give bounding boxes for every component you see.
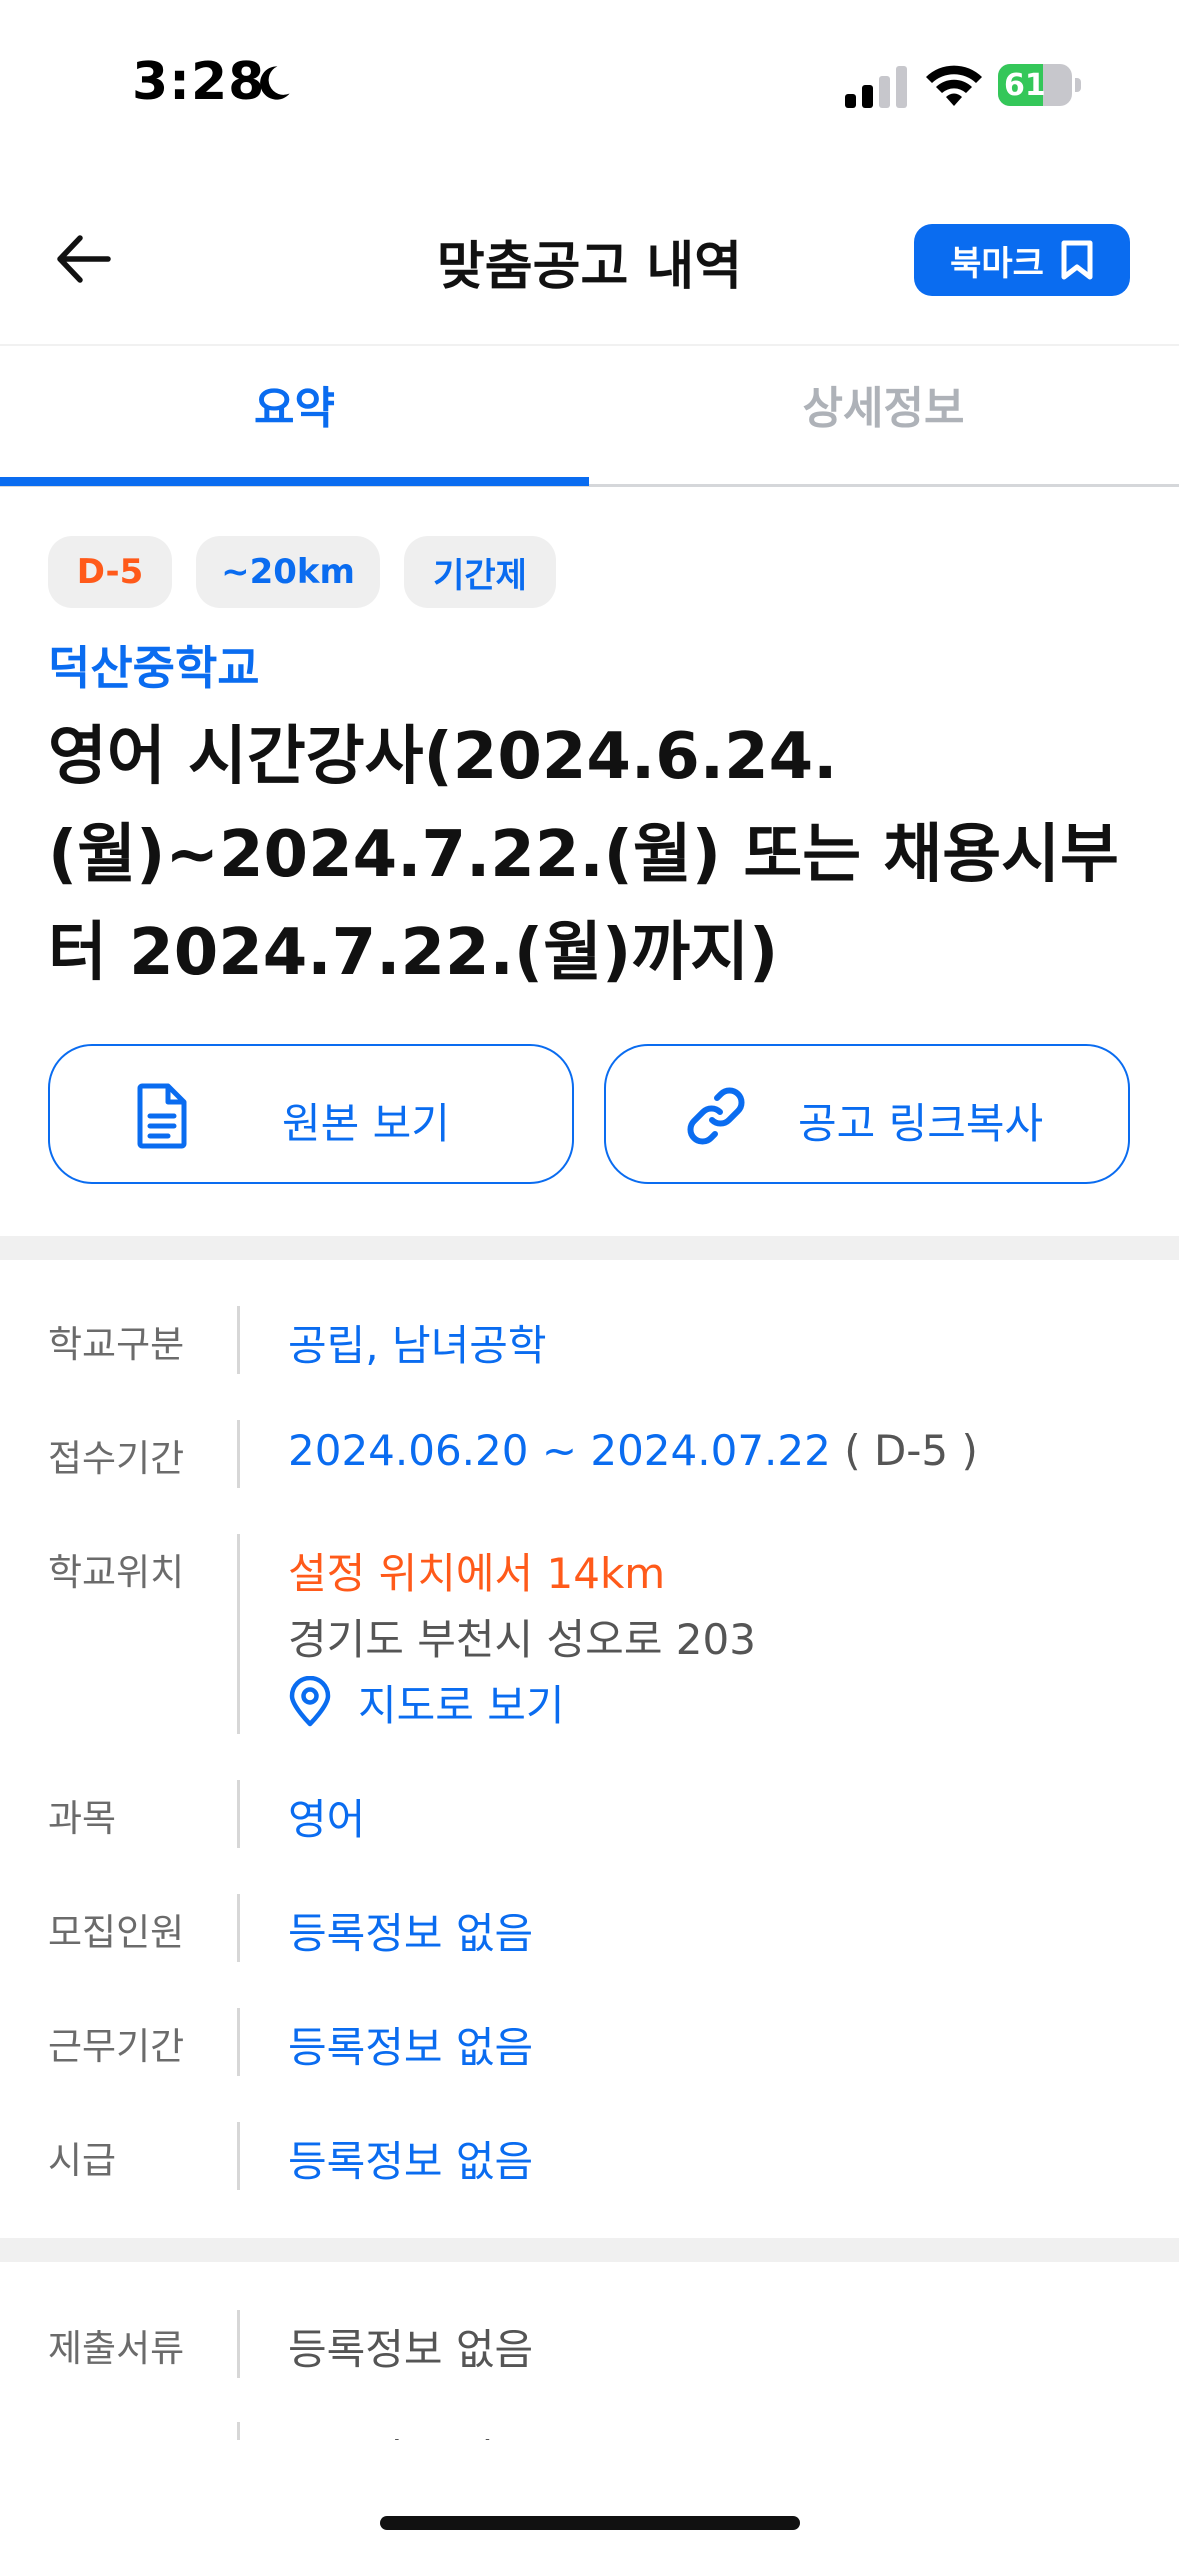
battery-percent: 61 bbox=[1004, 68, 1046, 103]
row-divider bbox=[237, 1534, 240, 1734]
period-dday: ( D-5 ) bbox=[844, 1426, 978, 1475]
location-pin-icon[interactable] bbox=[284, 1676, 336, 1728]
bookmark-icon bbox=[1061, 240, 1093, 280]
location-address: 경기도 부천시 성오로 203 bbox=[288, 1615, 756, 1664]
period-value: 2024.06.20 ~ 2024.07.22 bbox=[288, 1426, 831, 1475]
distance-chip: ~20km bbox=[196, 536, 380, 608]
bookmark-button[interactable]: 북마크 bbox=[914, 224, 1130, 296]
subject-value: 영어 bbox=[288, 1795, 366, 1844]
wifi-icon bbox=[926, 65, 982, 106]
hourly-wage-value: 등록정보 없음 bbox=[288, 2137, 534, 2186]
location-distance: 설정 위치에서 14km bbox=[288, 1549, 666, 1598]
cellular-signal-icon bbox=[845, 66, 907, 108]
battery-indicator: 61 bbox=[998, 64, 1082, 106]
view-original-label: 원본 보기 bbox=[282, 1099, 450, 1148]
documents-value: 등록정보 없음 bbox=[288, 2325, 534, 2374]
row-divider bbox=[237, 1780, 240, 1848]
moon-icon bbox=[260, 66, 290, 100]
employment-type-chip: 기간제 bbox=[404, 536, 556, 608]
job-title: 영어 시간강사(2024.6.24.(월)~2024.7.22.(월) 또는 채… bbox=[48, 720, 1119, 990]
school-type-value: 공립, 남녀공학 bbox=[288, 1321, 547, 1370]
school-type-label: 학교구분 bbox=[48, 1323, 185, 1366]
row-divider bbox=[237, 1420, 240, 1488]
location-label: 학교위치 bbox=[48, 1551, 185, 1594]
header-divider bbox=[0, 344, 1179, 346]
work-period-label: 근무기간 bbox=[48, 2025, 185, 2068]
view-original-button[interactable]: 원본 보기 bbox=[48, 1044, 574, 1184]
bottom-safe-area bbox=[0, 2440, 1179, 2556]
tab-detail[interactable]: 상세정보 bbox=[589, 372, 1178, 436]
bookmark-label: 북마크 bbox=[950, 243, 1044, 284]
dday-chip: D-5 bbox=[48, 536, 172, 608]
headcount-value: 등록정보 없음 bbox=[288, 1909, 534, 1958]
tab-summary[interactable]: 요약 bbox=[0, 372, 589, 436]
row-divider bbox=[237, 1894, 240, 1962]
section-divider bbox=[0, 1236, 1179, 1260]
home-indicator[interactable] bbox=[380, 2516, 800, 2530]
view-map-link[interactable]: 지도로 보기 bbox=[358, 1672, 565, 1733]
row-divider bbox=[237, 1306, 240, 1374]
copy-link-label: 공고 링크복사 bbox=[798, 1099, 1044, 1148]
copy-link-button[interactable]: 공고 링크복사 bbox=[604, 1044, 1130, 1184]
subject-label: 과목 bbox=[48, 1797, 117, 1840]
document-icon bbox=[137, 1083, 187, 1149]
status-time: 3:28 bbox=[132, 52, 266, 112]
row-divider bbox=[237, 2310, 240, 2378]
hourly-wage-label: 시급 bbox=[48, 2139, 117, 2182]
row-divider bbox=[237, 2008, 240, 2076]
row-divider bbox=[237, 2122, 240, 2190]
link-icon bbox=[687, 1087, 745, 1145]
school-name: 덕산중학교 bbox=[48, 641, 260, 695]
documents-label: 제출서류 bbox=[48, 2327, 185, 2370]
headcount-label: 모집인원 bbox=[48, 1911, 185, 1954]
section-divider bbox=[0, 2238, 1179, 2262]
tab-active-indicator bbox=[0, 477, 589, 486]
period-value-group: 2024.06.20 ~ 2024.07.22 ( D-5 ) bbox=[288, 1426, 978, 1475]
period-label: 접수기간 bbox=[48, 1437, 185, 1480]
work-period-value: 등록정보 없음 bbox=[288, 2023, 534, 2072]
